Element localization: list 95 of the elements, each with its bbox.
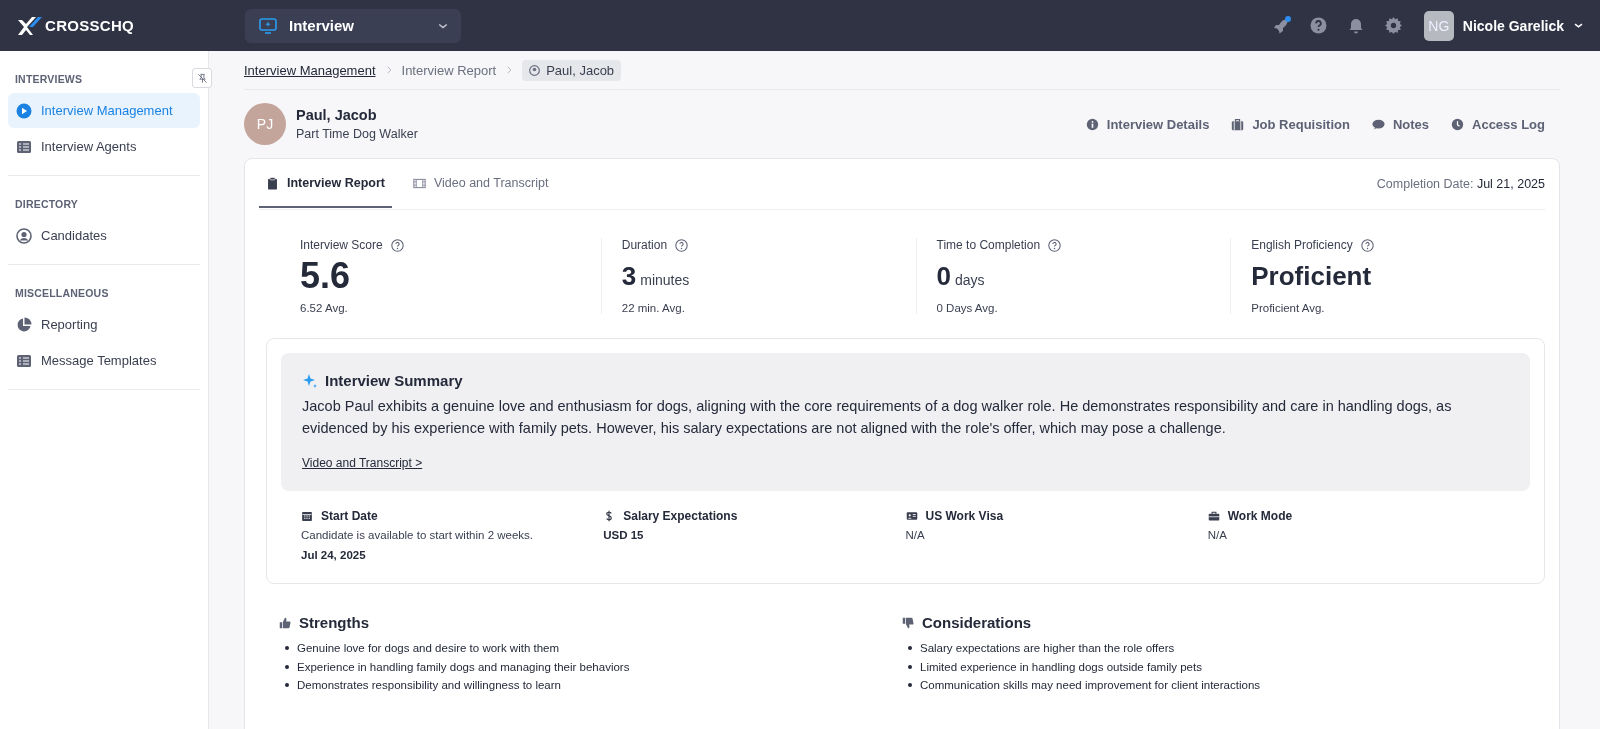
header-action-link[interactable]: Interview Details: [1085, 116, 1210, 132]
metric-average: 22 min. Avg.: [621, 302, 686, 314]
header-action-link[interactable]: Job Requisition: [1231, 116, 1350, 132]
section-heading: INTERVIEWS: [15, 73, 84, 85]
list-item-text: Salary expectations are higher than the role offers: [920, 642, 1175, 655]
metric-label: Time to Completion: [936, 238, 1041, 252]
notification-bell-icon[interactable]: [1347, 17, 1364, 34]
list-item-text: Experience in handling family dogs and managing their behaviors: [297, 660, 630, 673]
list-item-text: Communication skills may need improvement for client interactions: [920, 679, 1261, 692]
film-icon: [412, 176, 426, 190]
metric-value: 5.6: [300, 256, 351, 296]
info-icon: [1085, 117, 1099, 131]
user-avatar: NG: [1423, 10, 1454, 41]
calendar-icon: [301, 510, 313, 522]
help-circle-icon[interactable]: [1360, 238, 1374, 252]
sparkle-icon: [302, 372, 318, 389]
nav-item[interactable]: Message Templates: [8, 343, 200, 378]
detail-value: N/A: [1207, 529, 1228, 541]
metric-average: Proficient Avg.: [1251, 302, 1326, 314]
metric-unit: minutes: [640, 272, 690, 288]
list-table-icon: [16, 138, 32, 155]
header-action-link[interactable]: Access Log: [1451, 116, 1545, 132]
nav-item[interactable]: Candidates: [8, 218, 200, 253]
unpin-button[interactable]: [192, 68, 212, 88]
detail-label: Start Date: [321, 509, 378, 523]
pie-chart-icon: [16, 316, 32, 333]
product-switcher[interactable]: Interview: [245, 8, 461, 43]
bullet-icon: [908, 646, 912, 651]
bullet-icon: [285, 664, 289, 669]
user-circle-icon: [16, 227, 32, 244]
breadcrumb-link[interactable]: Interview Management: [244, 62, 376, 78]
section-title: Considerations: [922, 614, 1032, 631]
transcript-link[interactable]: Video and Transcript >: [302, 456, 423, 470]
help-circle-icon[interactable]: [675, 238, 689, 252]
detail-label: Salary Expectations: [623, 509, 738, 523]
nav-item[interactable]: Interview Management: [8, 93, 200, 128]
bullet-icon: [908, 664, 912, 669]
tab[interactable]: Interview Report: [259, 160, 392, 208]
comment-icon: [1371, 117, 1385, 131]
summary-title: Interview Summary: [325, 372, 463, 389]
monitor-sparkle-icon: [259, 16, 277, 35]
bullet-icon: [285, 683, 289, 688]
metric-label: English Proficiency: [1251, 238, 1353, 252]
section-heading: DIRECTORY: [15, 198, 80, 210]
summary-text: Jacob Paul exhibits a genuine love and enthusiasm for dogs, aligning with the core requirements of a dog walker role. He demonstrates responsibility and care in handling dogs, as evidenced by his experience with family pets. However, his salary expectations are not aligned with the role's offer, which may pose a challenge.: [302, 397, 1453, 438]
thumbs-down-icon: [902, 616, 914, 629]
help-circle-icon[interactable]: [1048, 238, 1062, 252]
help-circle-icon[interactable]: [390, 238, 404, 252]
breadcrumb-item: Interview Report: [401, 62, 497, 78]
briefcase-icon: [1231, 117, 1245, 131]
candidate-avatar: PJ: [244, 103, 286, 145]
detail-label: US Work Visa: [925, 509, 1004, 523]
detail-value: USD 15: [603, 529, 645, 541]
metric-label: Interview Score: [300, 238, 383, 252]
metric-value: 3: [621, 260, 637, 293]
metric-average: 0 Days Avg.: [936, 302, 999, 314]
id-card-icon: [905, 510, 918, 522]
list-item-text: Genuine love for dogs and desire to work with them: [297, 642, 560, 655]
metric-value: 0: [936, 260, 951, 293]
metric-value: Proficient: [1251, 260, 1372, 293]
play-circle-icon: [16, 102, 32, 119]
rocket-icon[interactable]: [1272, 17, 1289, 34]
detail-label: Work Mode: [1227, 509, 1293, 523]
candidate-name: Paul, Jacob: [296, 107, 378, 123]
metric-average: 6.52 Avg.: [300, 302, 349, 314]
pin-slash-icon: [196, 72, 208, 84]
help-icon[interactable]: [1309, 17, 1327, 34]
metric-label: Duration: [621, 238, 668, 252]
bullet-icon: [285, 646, 289, 651]
detail-description: Candidate is available to start within 2 weeks.: [301, 529, 535, 541]
detail-value: Jul 24, 2025: [301, 549, 367, 561]
detail-value: N/A: [905, 529, 926, 541]
settings-icon[interactable]: [1384, 17, 1402, 34]
list-table-icon: [16, 352, 32, 369]
list-item-text: Demonstrates responsibility and willingness to learn: [297, 679, 561, 692]
header-action-link[interactable]: Notes: [1371, 116, 1429, 132]
list-item-text: Limited experience in handling dogs outside family pets: [920, 660, 1202, 673]
metric-unit: days: [954, 272, 985, 288]
clock-icon: [1451, 117, 1464, 131]
section-heading: MISCELLANEOUS: [15, 287, 110, 299]
nav-item[interactable]: Interview Agents: [8, 129, 200, 164]
brand-logo-text: CROSSCHQ: [45, 17, 135, 34]
user-menu[interactable]: NG Nicole Garelick: [1423, 10, 1584, 41]
toolbox-icon: [1207, 510, 1220, 522]
logo-mark-icon: [17, 16, 43, 35]
completion-date: Completion Date: Jul 21, 2025: [1376, 177, 1545, 191]
breadcrumb-current: Paul, Jacob: [522, 59, 622, 81]
bullet-icon: [908, 683, 912, 688]
user-circle-icon: [529, 64, 541, 76]
clipboard-icon: [266, 176, 279, 190]
section-title: Strengths: [299, 614, 369, 631]
candidate-role: Part Time Dog Walker: [296, 127, 418, 141]
nav-item[interactable]: Reporting: [8, 307, 200, 342]
thumbs-up-icon: [279, 616, 291, 629]
tab[interactable]: Video and Transcript: [405, 160, 556, 208]
